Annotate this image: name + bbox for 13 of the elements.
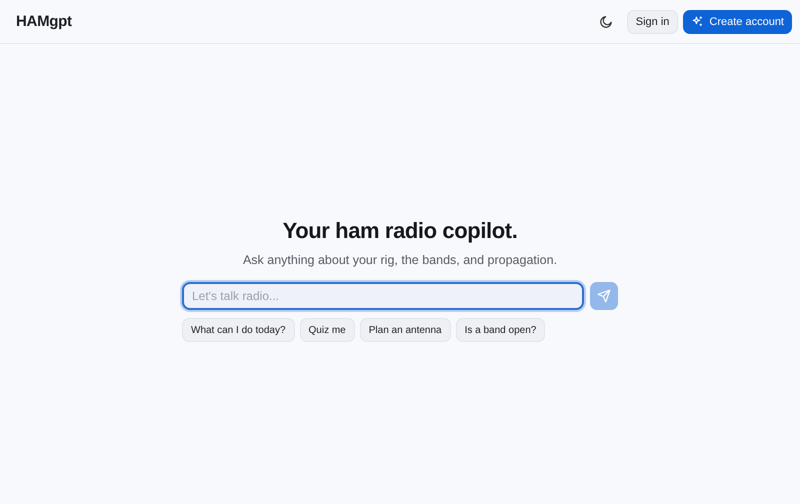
hero-subtitle: Ask anything about your rig, the bands, and propagation. <box>242 253 558 267</box>
suggestion-chip[interactable]: Is a band open? <box>456 318 546 342</box>
sparkle-icon <box>691 15 704 28</box>
message-input[interactable]: Let's talk radio... <box>182 282 584 310</box>
sign-in-button[interactable]: Sign in <box>626 10 678 34</box>
suggestion-chip[interactable]: Quiz me <box>300 318 355 342</box>
moon-icon[interactable] <box>598 14 613 28</box>
hero-title: Your ham radio copilot. <box>282 218 518 244</box>
send-icon <box>597 289 611 303</box>
create-account-button[interactable]: Create account <box>683 10 792 34</box>
logo[interactable]: HAMgpt <box>16 13 72 30</box>
suggestion-chip[interactable]: What can I do today? <box>182 318 295 342</box>
suggestion-chip[interactable]: Plan an antenna <box>360 318 451 342</box>
